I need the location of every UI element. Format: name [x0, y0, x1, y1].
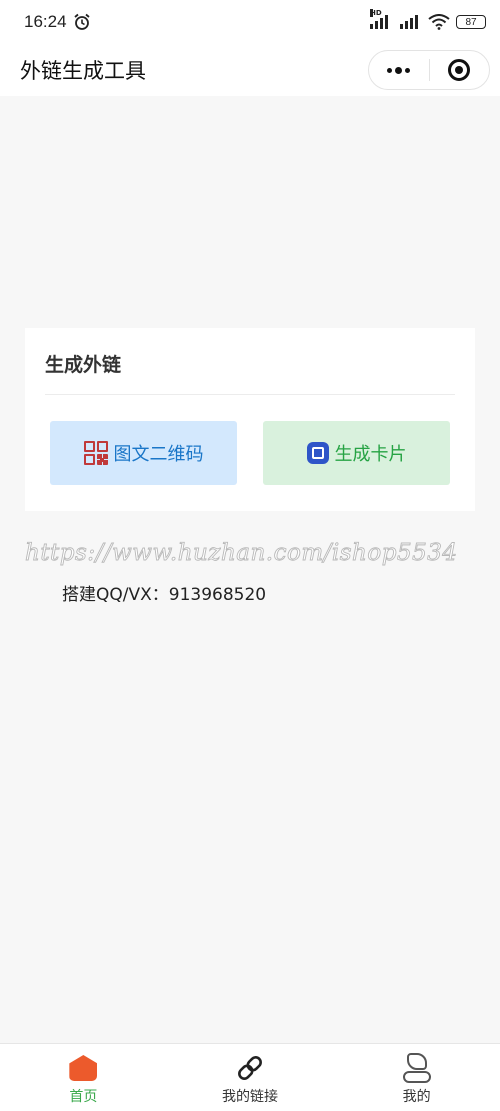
watermark-url: https://www.huzhan.com/ishop5534 — [25, 540, 458, 567]
title-bar: 外链生成工具 — [0, 44, 500, 96]
tab-home-label: 首页 — [69, 1089, 98, 1105]
status-left: 16:24 — [24, 12, 91, 32]
tab-mine-label: 我的 — [402, 1089, 431, 1105]
alarm-clock-icon — [73, 13, 90, 30]
target-icon — [448, 59, 471, 81]
status-bar: 16:24 HD 87 — [0, 0, 500, 44]
tab-bar: 首页 我的链接 我的 — [0, 1043, 500, 1111]
wifi-icon — [428, 14, 450, 30]
generate-card-button[interactable]: 生成卡片 — [263, 421, 450, 485]
battery-level: 87 — [465, 16, 477, 28]
qr-code-icon — [83, 441, 108, 465]
qr-code-button-label: 图文二维码 — [113, 444, 204, 465]
status-right: HD 87 — [370, 9, 486, 30]
cellular-signal-2-icon — [400, 15, 418, 29]
tab-my-links[interactable]: 我的链接 — [167, 1044, 334, 1111]
close-miniprogram-button[interactable] — [430, 59, 490, 81]
tab-my-links-label: 我的链接 — [222, 1089, 278, 1105]
contact-text: 搭建QQ/VX：913968520 — [62, 585, 267, 605]
status-time: 16:24 — [24, 12, 67, 31]
cellular-signal-icon: HD — [370, 9, 388, 29]
tab-home[interactable]: 首页 — [0, 1044, 167, 1111]
page-title: 外链生成工具 — [20, 59, 146, 83]
person-icon — [402, 1053, 432, 1083]
generate-link-card: 生成外链 图文二维码 生成卡片 — [25, 328, 475, 511]
network-label: HD — [370, 9, 382, 17]
generate-card-button-label: 生成卡片 — [334, 444, 407, 465]
link-icon — [238, 1056, 262, 1080]
more-menu-button[interactable] — [369, 66, 429, 74]
miniprogram-capsule — [368, 50, 490, 90]
more-dots-icon — [387, 67, 393, 73]
card-icon — [306, 442, 329, 464]
home-icon — [69, 1055, 98, 1081]
qr-code-button[interactable]: 图文二维码 — [50, 421, 237, 485]
card-title: 生成外链 — [45, 354, 122, 376]
battery-icon: 87 — [456, 15, 486, 29]
tab-mine[interactable]: 我的 — [333, 1044, 500, 1111]
card-divider — [45, 394, 455, 395]
